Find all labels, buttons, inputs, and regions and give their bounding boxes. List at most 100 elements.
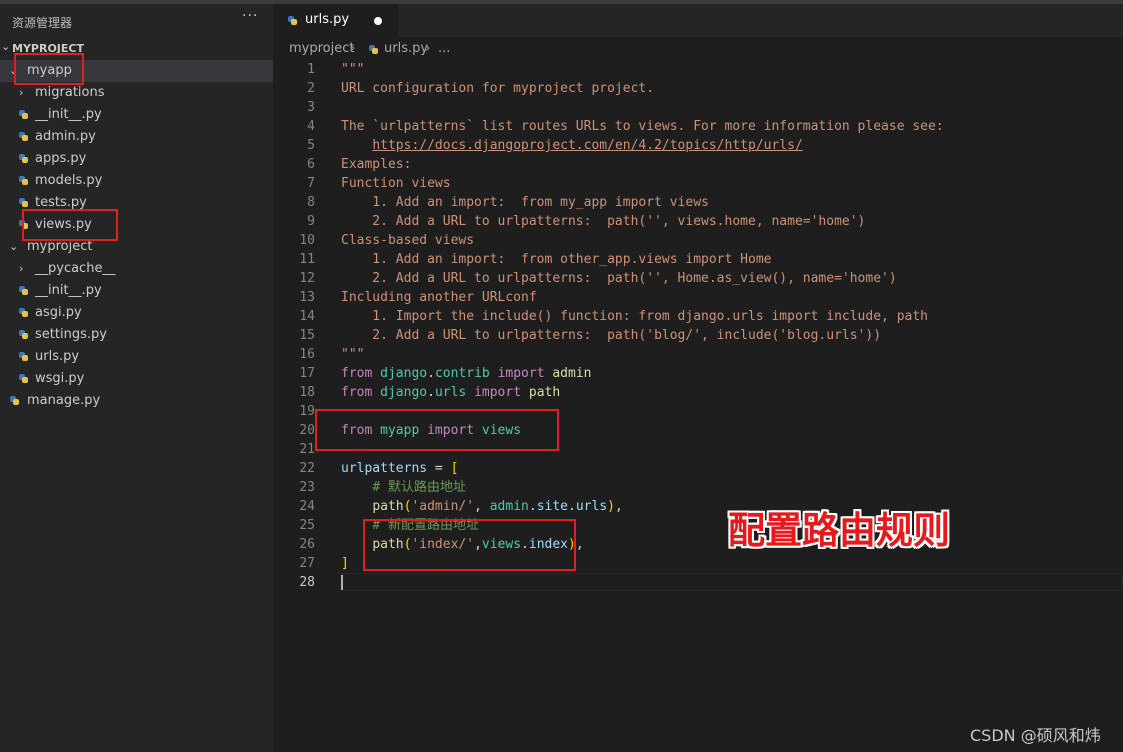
python-file-icon (369, 45, 378, 54)
python-file-icon (19, 198, 28, 207)
tab-label: urls.py (305, 12, 350, 27)
code-line[interactable]: """ (341, 60, 364, 79)
code-line[interactable]: Function views (341, 174, 451, 193)
line-number: 22 (299, 461, 315, 476)
tree-item-manage[interactable]: manage.py (0, 390, 273, 412)
code-line[interactable] (341, 573, 343, 592)
line-number: 5 (307, 138, 315, 153)
current-line-highlight (341, 573, 1123, 591)
line-number: 4 (307, 119, 315, 134)
tree-item-label: __pycache__ (35, 261, 116, 276)
tree-item-label: __init__.py (35, 283, 102, 298)
code-line[interactable]: URL configuration for myproject project. (341, 79, 654, 98)
breadcrumb-folder[interactable]: myproject (289, 41, 354, 56)
tree-item-migrations[interactable]: › migrations (0, 82, 273, 104)
code-line[interactable]: Class-based views (341, 231, 474, 250)
python-file-icon (19, 374, 28, 383)
tree-item-asgi[interactable]: asgi.py (0, 302, 273, 324)
chevron-right-icon[interactable]: › (19, 82, 23, 104)
line-number: 18 (299, 385, 315, 400)
line-number: 28 (299, 575, 315, 590)
tree-item-label: apps.py (35, 151, 87, 166)
python-file-icon (19, 132, 28, 141)
chevron-right-icon: › (350, 41, 356, 56)
line-number: 1 (307, 62, 315, 77)
unsaved-dot-icon[interactable] (374, 17, 382, 25)
python-file-icon (19, 176, 28, 185)
python-file-icon (19, 154, 28, 163)
code-line[interactable]: path('admin/', admin.site.urls), (341, 497, 623, 516)
code-line[interactable]: 2. Add a URL to urlpatterns: path('blog/… (341, 326, 881, 345)
line-number: 26 (299, 537, 315, 552)
tree-item-label: asgi.py (35, 305, 82, 320)
line-number: 19 (299, 404, 315, 419)
tree-item-label: __init__.py (35, 107, 102, 122)
chevron-down-icon[interactable]: ⌄ (1, 40, 10, 53)
line-number: 21 (299, 442, 315, 457)
code-line[interactable]: 2. Add a URL to urlpatterns: path('', vi… (341, 212, 865, 231)
more-actions-icon[interactable]: ··· (242, 8, 258, 24)
code-line[interactable]: The `urlpatterns` list routes URLs to vi… (341, 117, 944, 136)
tree-item-admin[interactable]: admin.py (0, 126, 273, 148)
tree-item-pycache[interactable]: › __pycache__ (0, 258, 273, 280)
tree-item-label: urls.py (35, 349, 80, 364)
python-file-icon (19, 308, 28, 317)
line-number: 10 (299, 233, 315, 248)
line-number: 11 (299, 252, 315, 267)
watermark: CSDN @硕风和炜 (970, 726, 1101, 745)
python-file-icon (19, 110, 28, 119)
tree-item-label: wsgi.py (35, 371, 85, 386)
code-line[interactable]: 2. Add a URL to urlpatterns: path('', Ho… (341, 269, 896, 288)
code-line[interactable]: Including another URLconf (341, 288, 537, 307)
code-line[interactable]: 1. Add an import: from other_app.views i… (341, 250, 771, 269)
code-line[interactable]: from django.contrib import admin (341, 364, 592, 383)
breadcrumb-file[interactable]: urls.py (384, 41, 428, 56)
breadcrumb: myproject › urls.py › ... (273, 37, 1123, 59)
tree-item-label: admin.py (35, 129, 96, 144)
chevron-right-icon: › (425, 41, 431, 56)
line-number: 8 (307, 195, 315, 210)
highlight-box-views-py (22, 209, 118, 241)
tree-item-label: settings.py (35, 327, 107, 342)
tree-item-init[interactable]: __init__.py (0, 280, 273, 302)
line-number: 12 (299, 271, 315, 286)
chevron-down-icon[interactable]: ⌄ (9, 236, 18, 258)
python-file-icon (19, 352, 28, 361)
highlight-box-import-views (315, 409, 559, 451)
explorer-title: 资源管理器 (12, 16, 73, 30)
line-number: 27 (299, 556, 315, 571)
code-line[interactable]: 1. Import the include() function: from d… (341, 307, 928, 326)
python-file-icon (10, 396, 19, 405)
line-number: 3 (307, 100, 315, 115)
tab-bar: urls.py (273, 4, 1123, 37)
text-cursor (341, 575, 343, 590)
code-line[interactable]: """ (341, 345, 364, 364)
line-number: 9 (307, 214, 315, 229)
code-line[interactable]: ] (341, 554, 349, 573)
tree-item-settings[interactable]: settings.py (0, 324, 273, 346)
code-line[interactable]: from django.urls import path (341, 383, 560, 402)
tab-urls-py[interactable]: urls.py (273, 4, 398, 37)
line-number: 15 (299, 328, 315, 343)
tree-item-urls[interactable]: urls.py (0, 346, 273, 368)
tree-item-label: manage.py (27, 393, 101, 408)
highlight-box-myapp (14, 53, 84, 85)
code-line[interactable]: Examples: (341, 155, 411, 174)
python-file-icon (19, 330, 28, 339)
tree-item-label: models.py (35, 173, 103, 188)
tree-item-init[interactable]: __init__.py (0, 104, 273, 126)
line-number: 25 (299, 518, 315, 533)
line-number: 17 (299, 366, 315, 381)
breadcrumb-symbol[interactable]: ... (438, 41, 450, 56)
chevron-right-icon[interactable]: › (19, 258, 23, 280)
code-line[interactable]: 1. Add an import: from my_app import vie… (341, 193, 709, 212)
tree-item-wsgi[interactable]: wsgi.py (0, 368, 273, 390)
code-line[interactable]: # 默认路由地址 (341, 478, 466, 497)
line-number: 14 (299, 309, 315, 324)
line-number: 2 (307, 81, 315, 96)
code-line[interactable]: urlpatterns = [ (341, 459, 458, 478)
line-number: 13 (299, 290, 315, 305)
tree-item-apps[interactable]: apps.py (0, 148, 273, 170)
code-line[interactable]: https://docs.djangoproject.com/en/4.2/to… (341, 136, 802, 155)
tree-item-models[interactable]: models.py (0, 170, 273, 192)
